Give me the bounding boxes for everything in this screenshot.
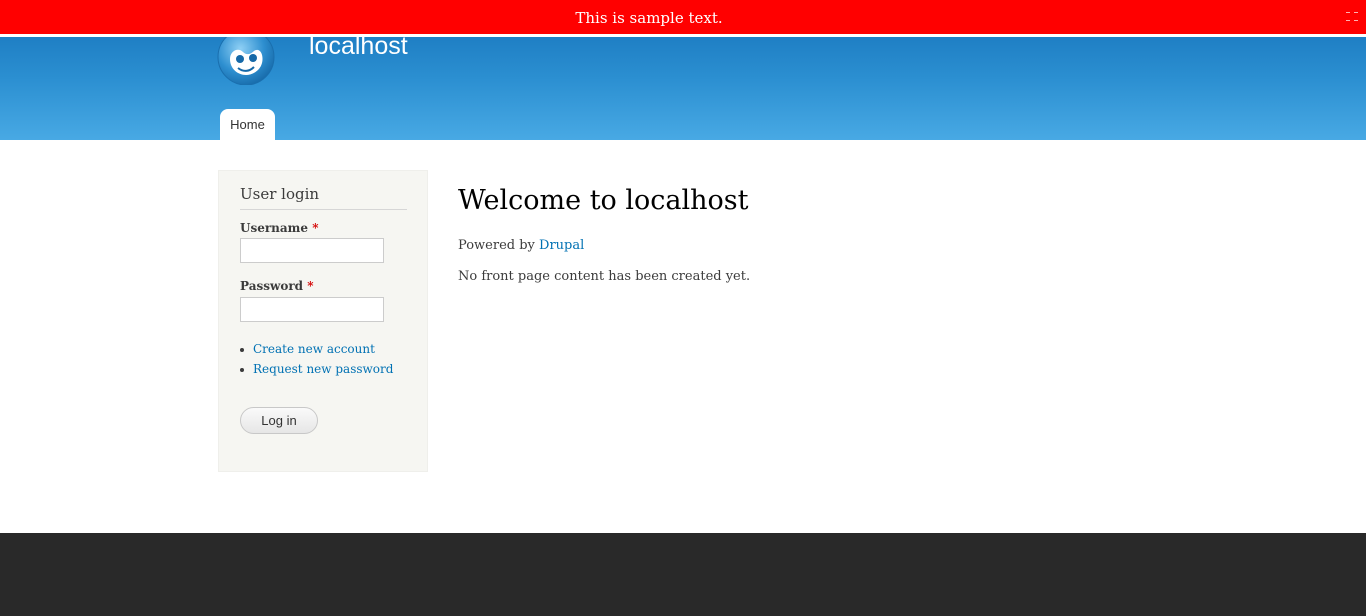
banner-close-icon[interactable] [1346, 12, 1360, 22]
site-name[interactable]: localhost [309, 37, 408, 61]
bullet-icon [240, 348, 244, 352]
required-marker: * [312, 221, 319, 235]
password-input[interactable] [240, 297, 384, 322]
username-label-text: Username [240, 221, 309, 235]
required-marker: * [307, 279, 314, 293]
sample-banner: This is sample text. [0, 0, 1366, 34]
powered-by-text: Powered by Drupal [458, 238, 584, 253]
list-item: Request new password [240, 362, 393, 382]
username-label: Username * [240, 221, 318, 235]
tab-home[interactable]: Home [220, 109, 275, 140]
banner-text: This is sample text. [575, 9, 723, 27]
username-input[interactable] [240, 238, 384, 263]
powered-prefix: Powered by [458, 238, 535, 253]
request-password-link[interactable]: Request new password [253, 362, 393, 376]
drupal-drop-icon[interactable] [216, 37, 276, 86]
login-button[interactable]: Log in [240, 407, 318, 434]
password-label-text: Password [240, 279, 304, 293]
create-account-link[interactable]: Create new account [253, 342, 375, 356]
site-footer [0, 533, 1366, 616]
site-header: localhost Home [0, 37, 1366, 140]
list-item: Create new account [240, 342, 393, 362]
block-title: User login [240, 185, 407, 210]
front-page-message: No front page content has been created y… [458, 269, 751, 284]
password-label: Password * [240, 279, 314, 293]
login-links-list: Create new account Request new password [240, 342, 393, 382]
page-title: Welcome to localhost [458, 185, 749, 216]
bullet-icon [240, 368, 244, 372]
user-login-block: User login Username * Password * Create … [218, 170, 428, 472]
drupal-link[interactable]: Drupal [539, 238, 584, 253]
